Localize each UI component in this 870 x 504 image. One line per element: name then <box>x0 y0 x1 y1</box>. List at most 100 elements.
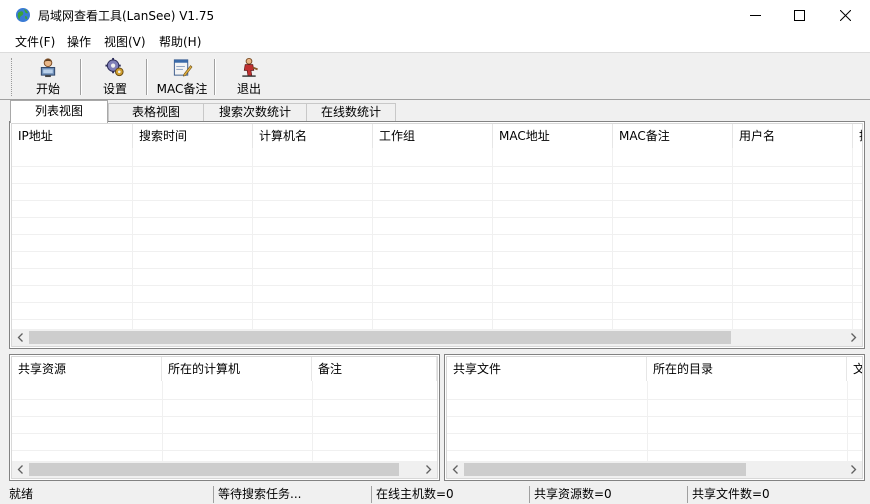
tab-list-view[interactable]: 列表视图 <box>10 100 108 123</box>
grid-line <box>12 200 862 201</box>
toolbar-grip[interactable] <box>11 58 14 96</box>
toolbar: 开始 设置 MAC备注 退出 <box>0 52 870 100</box>
scroll-thumb[interactable] <box>29 331 731 344</box>
maximize-icon <box>793 9 805 21</box>
menu-operation[interactable]: 操作 <box>67 33 91 50</box>
column-header-mac[interactable]: MAC地址 <box>493 124 613 148</box>
share-list-body: 共享资源 所在的计算机 备注 <box>11 356 438 479</box>
column-header-share[interactable]: 共享资源 <box>12 357 162 381</box>
host-list[interactable]: IP地址 搜索时间 计算机名 工作组 MAC地址 MAC备注 用户名 操 <box>9 121 865 349</box>
window-title: 局域网查看工具(LanSee) V1.75 <box>38 9 215 23</box>
view-tabs: 列表视图 表格视图 搜索次数统计 在线数统计 <box>10 100 865 123</box>
toolbar-separator <box>146 59 148 95</box>
grid-line <box>12 450 437 451</box>
column-header-shared-file[interactable]: 共享文件 <box>447 357 647 381</box>
minimize-icon <box>749 14 761 16</box>
chevron-left-icon <box>17 465 23 474</box>
minimize-button[interactable] <box>732 0 778 30</box>
column-header-operation[interactable]: 操 <box>853 124 862 148</box>
grid-line <box>12 268 862 269</box>
host-list-hscrollbar[interactable] <box>12 329 862 346</box>
grid-line <box>12 285 862 286</box>
note-edit-icon <box>173 59 193 77</box>
status-bar: 就绪 等待搜索任务... 在线主机数=0 共享资源数=0 共享文件数=0 <box>0 484 870 504</box>
scroll-thumb[interactable] <box>29 463 399 476</box>
grid-line <box>12 217 862 218</box>
grid-line <box>12 251 862 252</box>
tab-online-count[interactable]: 在线数统计 <box>306 103 396 122</box>
status-files: 共享文件数=0 <box>687 486 865 503</box>
column-header-computer[interactable]: 所在的计算机 <box>162 357 312 381</box>
grid-line <box>852 148 853 333</box>
share-list[interactable]: 共享资源 所在的计算机 备注 <box>9 354 440 481</box>
mac-note-label: MAC备注 <box>156 82 208 96</box>
scroll-left-button[interactable] <box>447 461 464 478</box>
grid-line <box>12 302 862 303</box>
grid-line <box>447 399 862 400</box>
close-button[interactable] <box>822 0 868 30</box>
grid-line <box>12 399 437 400</box>
grid-line <box>12 183 862 184</box>
maximize-button[interactable] <box>776 0 822 30</box>
grid-line <box>12 433 437 434</box>
host-list-body: IP地址 搜索时间 计算机名 工作组 MAC地址 MAC备注 用户名 操 <box>11 123 863 347</box>
scroll-right-button[interactable] <box>845 329 862 346</box>
status-online-hosts: 在线主机数=0 <box>371 486 529 503</box>
grid-line <box>132 148 133 333</box>
chevron-right-icon <box>851 465 857 474</box>
grid-line <box>447 450 862 451</box>
file-list-hscrollbar[interactable] <box>447 461 862 478</box>
share-list-hscrollbar[interactable] <box>12 461 437 478</box>
close-icon <box>839 9 851 21</box>
grid-line <box>372 148 373 333</box>
column-header-ip[interactable]: IP地址 <box>12 124 133 148</box>
column-header-directory[interactable]: 所在的目录 <box>647 357 847 381</box>
grid-line <box>12 319 862 320</box>
file-list[interactable]: 共享文件 所在的目录 文 <box>444 354 865 481</box>
start-button[interactable]: 开始 <box>30 57 66 97</box>
grid-line <box>732 148 733 333</box>
grid-line <box>447 433 862 434</box>
start-label: 开始 <box>35 82 60 96</box>
menu-view[interactable]: 视图(V) <box>104 33 146 50</box>
scroll-left-button[interactable] <box>12 329 29 346</box>
grid-line <box>447 416 862 417</box>
menu-help[interactable]: 帮助(H) <box>159 33 201 50</box>
menu-file[interactable]: 文件(F) <box>15 33 55 50</box>
column-header-remark[interactable]: 备注 <box>312 357 437 381</box>
column-header-search-time[interactable]: 搜索时间 <box>133 124 253 148</box>
column-header-file-extra[interactable]: 文 <box>847 357 862 381</box>
settings-button[interactable]: 设置 <box>97 57 133 97</box>
scroll-right-button[interactable] <box>420 461 437 478</box>
gear-icon <box>105 57 124 77</box>
app-window: 局域网查看工具(LanSee) V1.75 文件(F) 操作 视图(V) 帮助(… <box>0 0 870 504</box>
chevron-left-icon <box>17 333 23 342</box>
chevron-right-icon <box>426 465 432 474</box>
tab-table-view[interactable]: 表格视图 <box>108 103 204 122</box>
scroll-right-button[interactable] <box>845 461 862 478</box>
grid-line <box>612 148 613 333</box>
grid-line <box>12 416 437 417</box>
tab-search-count[interactable]: 搜索次数统计 <box>203 103 307 122</box>
column-header-workgroup[interactable]: 工作组 <box>373 124 493 148</box>
file-list-body: 共享文件 所在的目录 文 <box>446 356 863 479</box>
title-bar: 局域网查看工具(LanSee) V1.75 <box>0 0 870 30</box>
scroll-left-button[interactable] <box>12 461 29 478</box>
toolbar-separator <box>214 59 216 95</box>
status-task: 等待搜索任务... <box>213 486 371 503</box>
column-header-computer-name[interactable]: 计算机名 <box>253 124 373 148</box>
column-header-username[interactable]: 用户名 <box>733 124 853 148</box>
column-header-mac-note[interactable]: MAC备注 <box>613 124 733 148</box>
mac-note-button[interactable]: MAC备注 <box>155 57 209 97</box>
toolbar-separator <box>80 59 82 95</box>
settings-label: 设置 <box>102 82 127 96</box>
exit-button[interactable]: 退出 <box>232 57 266 97</box>
grid-line <box>12 166 862 167</box>
scroll-thumb[interactable] <box>464 463 746 476</box>
menu-bar: 文件(F) 操作 视图(V) 帮助(H) <box>0 30 870 52</box>
grid-line <box>12 234 862 235</box>
grid-line <box>492 148 493 333</box>
status-state: 就绪 <box>9 487 34 501</box>
chevron-right-icon <box>851 333 857 342</box>
grid-line <box>252 148 253 333</box>
